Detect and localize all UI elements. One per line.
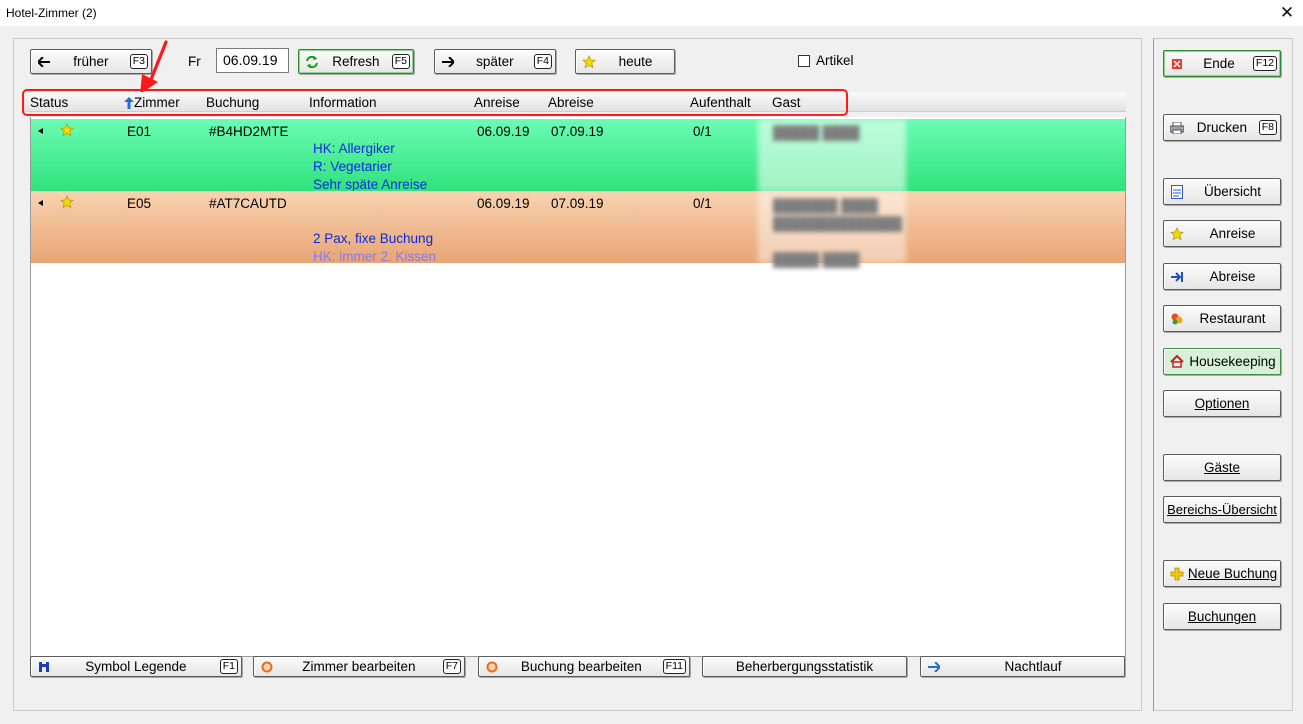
earlier-label: früher bbox=[73, 54, 109, 69]
edit-booking-label: Buchung bearbeiten bbox=[520, 659, 642, 674]
exit-icon bbox=[1169, 56, 1185, 72]
overview-label: Übersicht bbox=[1203, 184, 1262, 199]
housekeeping-button[interactable]: Housekeeping bbox=[1163, 348, 1281, 375]
booking-number: #B4HD2MTE bbox=[209, 124, 289, 139]
stay-count: 0/1 bbox=[693, 124, 712, 139]
info-line: 2 Pax, fixe Buchung bbox=[313, 231, 434, 246]
edit-booking-shortcut: F11 bbox=[662, 659, 686, 674]
end-shortcut: F12 bbox=[1252, 56, 1277, 71]
later-label: später bbox=[476, 54, 514, 69]
new-booking-label: Neue Buchung bbox=[1187, 566, 1278, 581]
bookings-label: Buchungen bbox=[1187, 609, 1257, 624]
options-button[interactable]: Optionen bbox=[1163, 390, 1281, 417]
departure-date: 07.09.19 bbox=[551, 124, 604, 139]
articles-checkbox-box[interactable] bbox=[798, 54, 810, 67]
plus-icon bbox=[1169, 566, 1185, 582]
window-title: Hotel-Zimmer (2) bbox=[6, 6, 97, 20]
info-line bbox=[313, 212, 436, 230]
bookings-button[interactable]: Buchungen bbox=[1163, 603, 1281, 630]
close-window-button[interactable]: ✕ bbox=[1276, 2, 1298, 24]
articles-label: Artikel bbox=[816, 53, 854, 68]
overview-icon bbox=[1169, 184, 1185, 200]
edit-booking-icon bbox=[484, 659, 500, 675]
housekeeping-label: Housekeeping bbox=[1189, 354, 1276, 369]
edit-room-shortcut: F7 bbox=[442, 659, 461, 674]
weekday-label: Fr bbox=[188, 54, 201, 69]
refresh-label: Refresh bbox=[332, 54, 380, 69]
options-label: Optionen bbox=[1194, 396, 1250, 411]
stay-count: 0/1 bbox=[693, 196, 712, 211]
departure-button[interactable]: Abreise bbox=[1163, 263, 1281, 290]
table-row[interactable]: E01 #B4HD2MTE HK: Allergiker R: Vegetari… bbox=[31, 119, 1125, 194]
window-title-bar bbox=[0, 0, 1303, 26]
symbol-legend-shortcut: F1 bbox=[219, 659, 238, 674]
status-arrow-icon bbox=[38, 200, 43, 206]
area-overview-button[interactable]: Bereichs-Übersicht bbox=[1163, 496, 1281, 523]
new-booking-button[interactable]: Neue Buchung bbox=[1163, 560, 1281, 587]
today-button[interactable]: heute bbox=[575, 49, 675, 74]
restaurant-label: Restaurant bbox=[1199, 311, 1266, 326]
departure-date: 07.09.19 bbox=[551, 196, 604, 211]
departure-arrow-icon bbox=[1169, 269, 1185, 285]
print-button[interactable]: Drucken F8 bbox=[1163, 114, 1281, 141]
restaurant-button[interactable]: Restaurant bbox=[1163, 305, 1281, 332]
house-icon bbox=[1169, 354, 1185, 370]
star-icon bbox=[581, 54, 597, 70]
guest-name-obscured: █████ ████ bbox=[773, 125, 860, 140]
info-line: HK: Allergiker bbox=[313, 141, 395, 156]
info-line: R: Vegetarier bbox=[313, 159, 392, 174]
table-row[interactable]: E05 #AT7CAUTD 2 Pax, fixe Buchung HK: im… bbox=[31, 191, 1125, 267]
guest-name-obscured: ███████ ████ ██████████████ █████ ████ bbox=[773, 198, 902, 267]
print-label: Drucken bbox=[1196, 120, 1247, 135]
star-icon bbox=[60, 195, 74, 209]
star-icon bbox=[1169, 226, 1185, 242]
later-shortcut: F4 bbox=[533, 54, 552, 69]
articles-checkbox[interactable]: Artikel bbox=[798, 53, 854, 68]
arrow-right-icon bbox=[926, 659, 942, 675]
departure-label: Abreise bbox=[1209, 269, 1256, 284]
arrival-date: 06.09.19 bbox=[477, 196, 530, 211]
arrival-button[interactable]: Anreise bbox=[1163, 220, 1281, 247]
room-number: E01 bbox=[127, 124, 152, 139]
end-label: Ende bbox=[1203, 56, 1235, 71]
symbol-legend-button[interactable]: Symbol Legende F1 bbox=[30, 656, 242, 677]
edit-room-button[interactable]: Zimmer bearbeiten F7 bbox=[253, 656, 465, 677]
edit-room-icon bbox=[259, 659, 275, 675]
room-information: HK: Allergiker R: Vegetarier Sehr späte … bbox=[313, 140, 427, 194]
restaurant-icon bbox=[1169, 311, 1185, 327]
night-run-button[interactable]: Nachtlauf bbox=[920, 656, 1125, 677]
room-information: 2 Pax, fixe Buchung HK: immer 2. Kissen bbox=[313, 212, 436, 266]
info-line: HK: immer 2. Kissen bbox=[313, 249, 437, 264]
edit-room-label: Zimmer bearbeiten bbox=[302, 659, 416, 674]
annotation-highlight-box bbox=[22, 89, 848, 116]
date-field[interactable]: 06.09.19 bbox=[216, 48, 289, 73]
area-overview-label: Bereichs-Übersicht bbox=[1167, 502, 1277, 517]
printer-icon bbox=[1169, 120, 1185, 136]
today-label: heute bbox=[618, 54, 653, 69]
overview-button[interactable]: Übersicht bbox=[1163, 178, 1281, 205]
legend-icon bbox=[36, 659, 52, 675]
symbol-legend-label: Symbol Legende bbox=[85, 659, 187, 674]
arrow-left-icon bbox=[36, 54, 52, 70]
edit-booking-button[interactable]: Buchung bearbeiten F11 bbox=[478, 656, 690, 677]
guests-label: Gäste bbox=[1203, 460, 1241, 475]
end-button[interactable]: Ende F12 bbox=[1163, 50, 1281, 77]
print-shortcut: F8 bbox=[1258, 120, 1277, 135]
room-number: E05 bbox=[127, 196, 152, 211]
refresh-icon bbox=[304, 54, 320, 70]
refresh-button[interactable]: Refresh F5 bbox=[298, 49, 414, 74]
arrival-label: Anreise bbox=[1209, 226, 1256, 241]
later-button[interactable]: später F4 bbox=[434, 49, 556, 74]
night-run-label: Nachtlauf bbox=[1004, 659, 1062, 674]
arrival-date: 06.09.19 bbox=[477, 124, 530, 139]
booking-number: #AT7CAUTD bbox=[209, 196, 287, 211]
room-table[interactable]: E01 #B4HD2MTE HK: Allergiker R: Vegetari… bbox=[30, 117, 1126, 657]
status-arrow-icon bbox=[38, 128, 43, 134]
arrow-right-icon bbox=[440, 54, 456, 70]
guests-button[interactable]: Gäste bbox=[1163, 454, 1281, 481]
refresh-shortcut: F5 bbox=[391, 54, 410, 69]
accommodation-statistics-button[interactable]: Beherbergungsstatistik bbox=[702, 656, 907, 677]
statistics-label: Beherbergungsstatistik bbox=[735, 659, 874, 674]
star-icon bbox=[60, 123, 74, 137]
